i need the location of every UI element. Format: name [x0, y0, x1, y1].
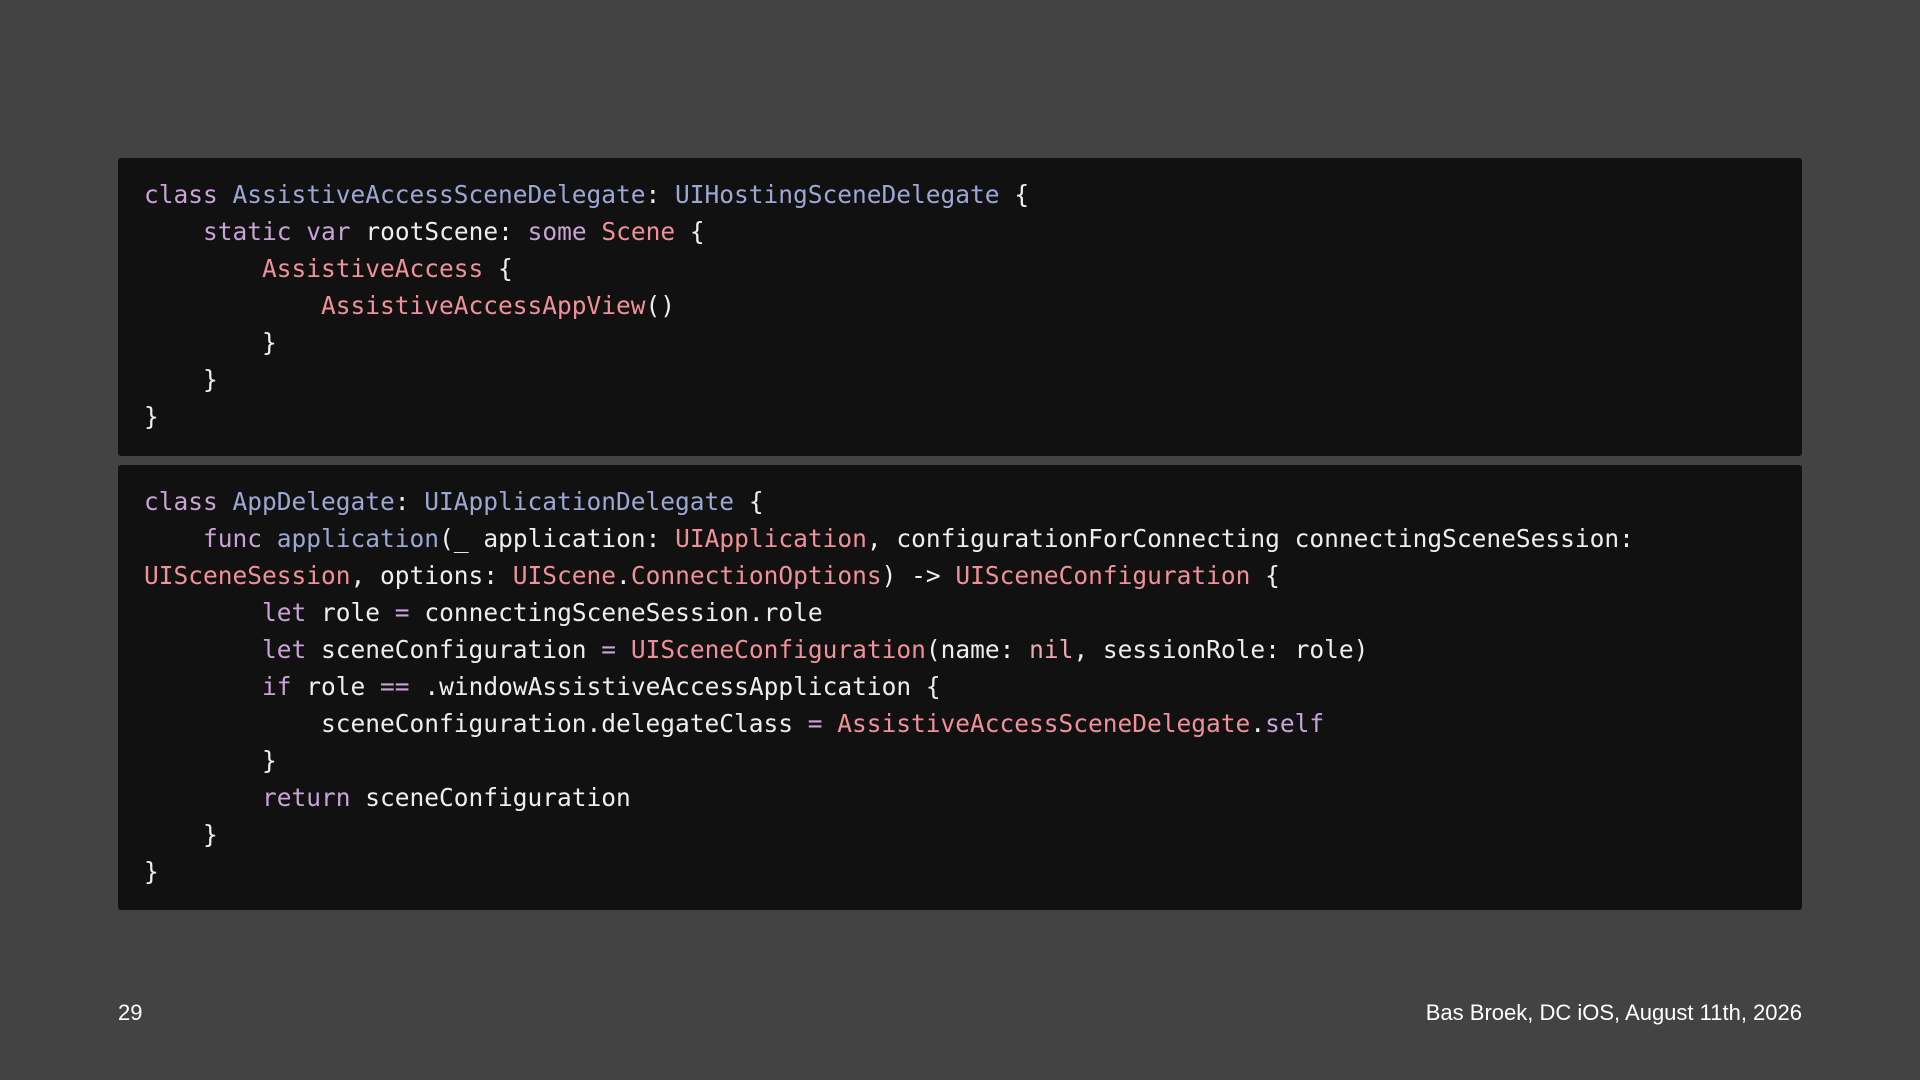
code-token-plain: { [999, 180, 1030, 209]
code-token-keyword: class [144, 487, 233, 516]
code-line: } [144, 398, 1776, 435]
code-token-plain: } [144, 857, 159, 886]
code-token-plain: } [144, 746, 277, 775]
code-token-type-name: AssistiveAccessSceneDelegate [232, 180, 646, 209]
code-token-plain: . [1250, 709, 1266, 738]
code-token-other-type: UIApplication [675, 524, 867, 553]
code-token-plain: } [144, 328, 277, 357]
code-token-plain: , options: [350, 561, 513, 590]
code-token-keyword: func [203, 524, 263, 553]
code-token-other-type: Scene [601, 217, 676, 246]
code-token-plain: : [645, 180, 676, 209]
code-token-other-type: AssistiveAccessAppView [321, 291, 646, 320]
code-token-plain: role [306, 598, 395, 627]
code-token-other-type: AssistiveAccessSceneDelegate [837, 709, 1251, 738]
code-token-keyword: var [306, 217, 351, 246]
code-token-plain: rootScene: [350, 217, 528, 246]
code-block-scene-delegate: class AssistiveAccessSceneDelegate: UIHo… [118, 158, 1802, 456]
code-token-other-type: UISceneConfiguration [955, 561, 1251, 590]
code-token-type-name: UIHostingSceneDelegate [675, 180, 1000, 209]
code-line: sceneConfiguration.delegateClass = Assis… [144, 705, 1776, 742]
code-token-keyword: = [601, 635, 617, 664]
code-token-literal: nil [1029, 635, 1074, 664]
code-token-other-type: ConnectionOptions [630, 561, 882, 590]
code-token-plain: , configurationForConnecting connectingS… [866, 524, 1634, 553]
code-token-plain: : [394, 487, 425, 516]
code-token-other-type: UIScene [512, 561, 617, 590]
code-token-other-type: UISceneSession [144, 561, 351, 590]
code-token-type-name: AppDelegate [232, 487, 395, 516]
code-token-plain: () [645, 291, 676, 320]
code-token-plain: sceneConfiguration [350, 783, 631, 812]
code-token-plain: } [144, 365, 218, 394]
code-token-keyword: some [527, 217, 587, 246]
code-token-keyword: return [262, 783, 351, 812]
code-token-plain: (_ application: [439, 524, 676, 553]
code-token-plain: .windowAssistiveAccessApplication { [409, 672, 941, 701]
code-token-plain: . [616, 561, 631, 590]
code-token-keyword: self [1265, 709, 1325, 738]
code-line: class AppDelegate: UIApplicationDelegate… [144, 483, 1776, 520]
code-token-plain: sceneConfiguration [306, 635, 602, 664]
code-token-keyword: == [380, 672, 410, 701]
code-token-plain: (name: [925, 635, 1030, 664]
code-token-plain: { [483, 254, 513, 283]
code-line: static var rootScene: some Scene { [144, 213, 1776, 250]
code-token-plain: , sessionRole: role) [1073, 635, 1369, 664]
code-token-plain: { [734, 487, 764, 516]
code-line: } [144, 742, 1776, 779]
code-token-keyword: = [807, 709, 823, 738]
code-line: UISceneSession, options: UIScene.Connect… [144, 557, 1776, 594]
code-token-keyword: class [144, 180, 233, 209]
code-token-plain: { [675, 217, 705, 246]
code-line: class AssistiveAccessSceneDelegate: UIHo… [144, 176, 1776, 213]
code-line: func application(_ application: UIApplic… [144, 520, 1776, 557]
code-token-plain: } [144, 402, 159, 431]
code-token-keyword: if [262, 672, 292, 701]
code-line: } [144, 324, 1776, 361]
code-token-type-name: UIApplicationDelegate [424, 487, 735, 516]
footer-credit: Bas Broek, DC iOS, August 11th, 2026 [1425, 1000, 1802, 1025]
code-token-type-name: application [276, 524, 440, 553]
code-token-keyword: let [262, 598, 307, 627]
code-token-plain: sceneConfiguration.delegateClass [144, 709, 808, 738]
code-line: if role == .windowAssistiveAccessApplica… [144, 668, 1776, 705]
code-line: } [144, 853, 1776, 890]
code-token-plain: role [291, 672, 381, 701]
code-token-keyword: let [262, 635, 307, 664]
code-line: } [144, 361, 1776, 398]
code-token-plain: connectingSceneSession.role [409, 598, 823, 627]
code-token-keyword: static [203, 217, 292, 246]
code-token-keyword: = [394, 598, 410, 627]
code-token-plain: { [1250, 561, 1280, 590]
code-block-app-delegate: class AppDelegate: UIApplicationDelegate… [118, 465, 1802, 910]
page-number: 29 [118, 1000, 143, 1025]
code-token-plain: } [144, 820, 218, 849]
code-line: let role = connectingSceneSession.role [144, 594, 1776, 631]
code-line: let sceneConfiguration = UISceneConfigur… [144, 631, 1776, 668]
code-token-other-type: AssistiveAccess [262, 254, 484, 283]
code-line: return sceneConfiguration [144, 779, 1776, 816]
code-line: } [144, 816, 1776, 853]
code-token-other-type: UISceneConfiguration [630, 635, 926, 664]
code-line: AssistiveAccessAppView() [144, 287, 1776, 324]
code-token-plain: ) -> [881, 561, 956, 590]
code-line: AssistiveAccess { [144, 250, 1776, 287]
